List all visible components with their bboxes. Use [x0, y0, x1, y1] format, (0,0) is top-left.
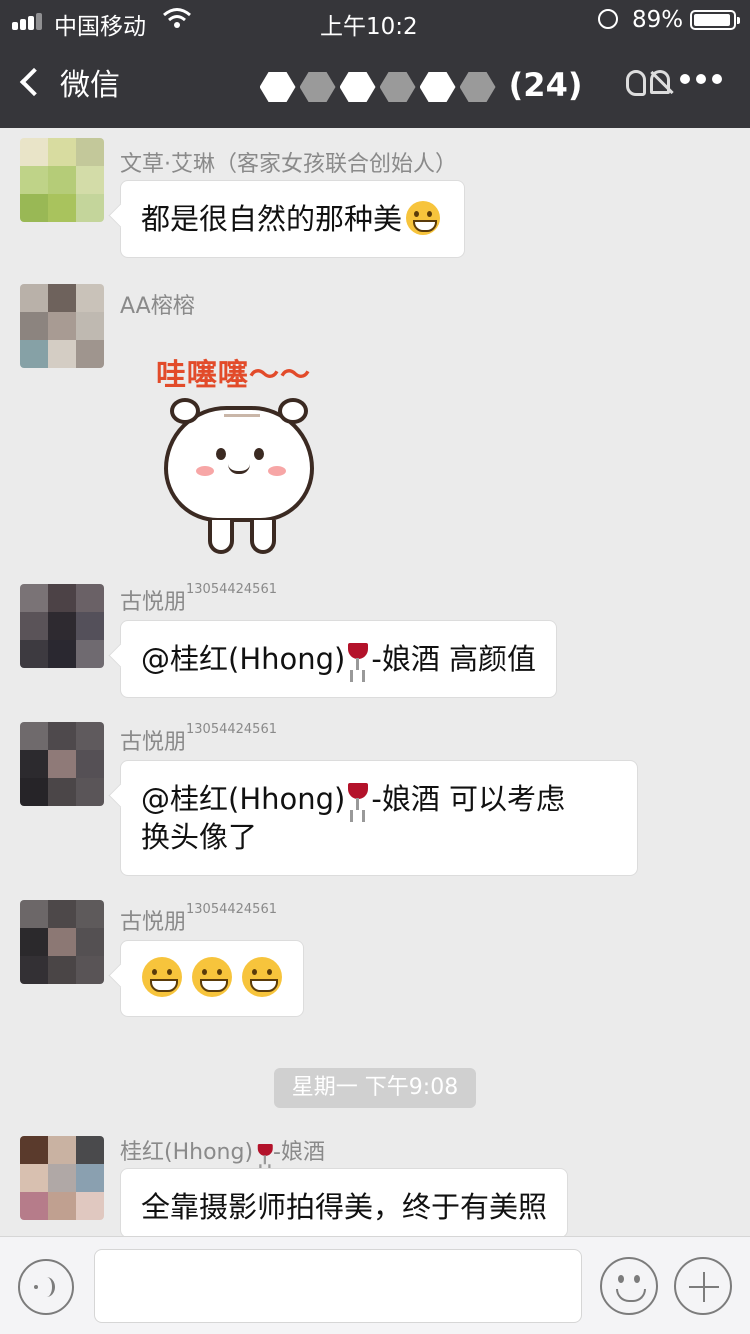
sender-name-text: 古悦朋 [120, 910, 187, 935]
sender-name: 古悦朋13054424561 [120, 722, 277, 756]
mention[interactable]: @桂红(Hhong) [141, 782, 345, 816]
ear-icon [626, 70, 646, 96]
sender-name: 桂红(Hhong) -娘酒 [120, 1134, 325, 1166]
mention[interactable]: @桂红(Hhong) [141, 642, 345, 676]
wine-glass-icon [347, 783, 369, 815]
message-bubble[interactable]: @桂红(Hhong) -娘酒 可以考虑 换头像了 [120, 760, 638, 876]
voice-icon[interactable] [18, 1259, 74, 1315]
input-bar [0, 1236, 750, 1334]
clock: 上午10:2 [320, 14, 418, 40]
signal-icon [12, 12, 48, 30]
redaction-block [379, 72, 416, 102]
message-text-line2: 换头像了 [141, 820, 258, 854]
carrier-name: 中国移动 [54, 14, 146, 40]
mute-icon [650, 70, 670, 94]
chat-member-count: (24) [508, 66, 583, 104]
chat-title: (24) [230, 66, 610, 104]
avatar[interactable] [20, 900, 104, 984]
wifi-icon [163, 8, 191, 28]
sender-name: 古悦朋13054424561 [120, 582, 277, 616]
redaction-block [459, 72, 496, 102]
header: 中国移动 上午10:2 89% 微信 (24) [0, 0, 750, 128]
sender-name-text: 桂红(Hhong) [120, 1140, 254, 1165]
message-text: 都是很自然的那种美 [141, 202, 403, 236]
chevron-left-icon [19, 67, 49, 97]
sender-name: 文草·艾琳（客家女孩联合创始人） [120, 152, 457, 177]
sender-name: AA榕榕 [120, 294, 195, 319]
bun-character [164, 398, 314, 554]
sender-phone: 13054424561 [186, 722, 277, 737]
sender-name: 古悦朋13054424561 [120, 902, 277, 936]
message-bubble[interactable]: 全靠摄影师拍得美，终于有美照 [120, 1168, 569, 1238]
sender-name-suffix: -娘酒 [273, 1140, 325, 1165]
sender-phone: 13054424561 [186, 902, 277, 917]
redaction-block [259, 72, 296, 102]
wine-glass-icon [347, 643, 369, 675]
back-button[interactable]: 微信 [14, 60, 120, 104]
redaction-block [299, 72, 336, 102]
avatar[interactable] [20, 1136, 104, 1220]
battery-percent: 89% [632, 7, 684, 33]
emoji-icon[interactable] [600, 1257, 658, 1315]
more-icon[interactable] [680, 74, 722, 84]
battery-icon [690, 10, 740, 30]
status-bar: 中国移动 上午10:2 89% [0, 0, 750, 40]
avatar[interactable] [20, 722, 104, 806]
message-text: -娘酒 高颜值 [371, 642, 537, 676]
message-bubble[interactable]: @桂红(Hhong) -娘酒 高颜值 [120, 620, 558, 698]
grin-emoji-icon [192, 957, 232, 997]
sender-name-text: 古悦朋 [120, 730, 187, 755]
avatar[interactable] [20, 584, 104, 668]
grin-emoji-icon [406, 201, 441, 235]
grin-emoji-icon [242, 957, 282, 997]
back-label: 微信 [60, 68, 120, 103]
grin-emoji-icon [142, 957, 182, 997]
avatar[interactable] [20, 284, 104, 368]
sender-name-text: 古悦朋 [120, 590, 187, 615]
plus-icon[interactable] [674, 1257, 732, 1315]
redaction-block [339, 72, 376, 102]
wine-glass-icon [257, 1144, 273, 1165]
alarm-icon [598, 9, 618, 29]
nav-bar: 微信 (24) [0, 48, 750, 124]
sender-phone: 13054424561 [186, 582, 277, 597]
message-input[interactable] [94, 1249, 582, 1323]
message-bubble[interactable] [120, 940, 304, 1017]
sticker-caption: 哇噻噻～～ [156, 358, 311, 393]
message-bubble[interactable]: 都是很自然的那种美 [120, 180, 466, 258]
timestamp-divider: 星期一 下午9:08 [274, 1068, 476, 1108]
redaction-block [419, 72, 456, 102]
sticker-image[interactable]: 哇噻噻～～ [150, 350, 340, 554]
avatar[interactable] [20, 138, 104, 222]
message-text: 全靠摄影师拍得美，终于有美照 [141, 1190, 548, 1224]
message-text: -娘酒 可以考虑 [371, 782, 566, 816]
